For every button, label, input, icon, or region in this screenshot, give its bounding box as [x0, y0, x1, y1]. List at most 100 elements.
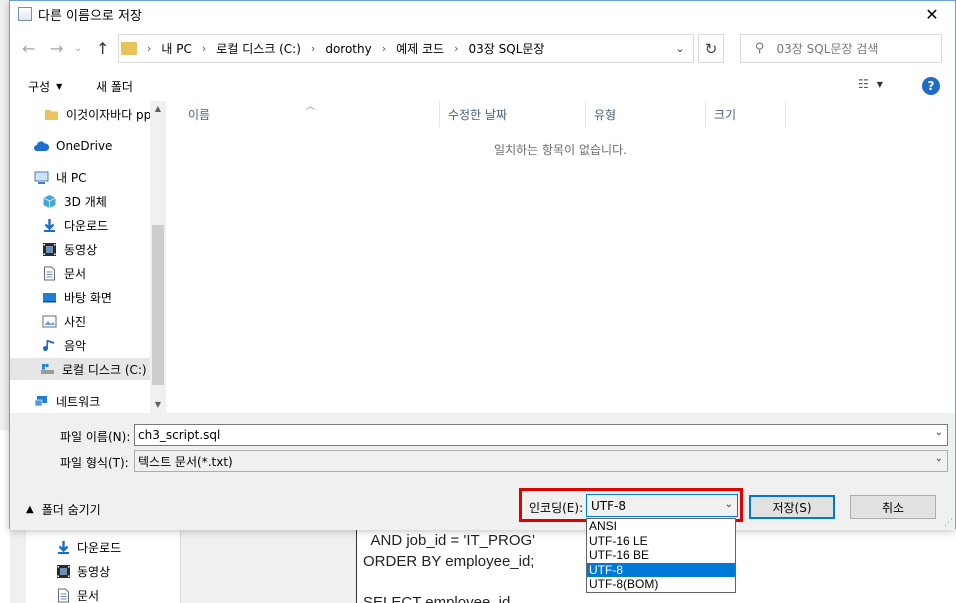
picture-icon	[42, 315, 57, 327]
sidebar-item-pinned-folder[interactable]: 이것이자바다 pp	[44, 103, 151, 125]
breadcrumb-item[interactable]: 예제 코드	[396, 40, 444, 57]
scroll-up-icon[interactable]: ▲	[150, 101, 166, 117]
folder-icon	[45, 109, 58, 120]
nav-scrollbar[interactable]: ▲ ▼	[150, 101, 166, 413]
scrollbar-thumb[interactable]	[152, 225, 164, 385]
search-icon: ⚲	[755, 41, 765, 56]
refresh-button[interactable]: ↻	[698, 34, 724, 63]
title-bar[interactable]: 다른 이름으로 저장 ✕	[10, 1, 955, 27]
sidebar-item-label: OneDrive	[56, 139, 113, 153]
sidebar-item-label: 바탕 화면	[64, 290, 112, 305]
help-icon: ?	[927, 79, 935, 93]
sidebar-item-3d-objects[interactable]: 3D 개체	[42, 190, 107, 212]
recent-chevron-icon[interactable]: ⌄	[74, 43, 82, 54]
column-header-size[interactable]: 크기	[706, 101, 786, 127]
encoding-label: 인코딩(E):	[529, 501, 584, 515]
close-button[interactable]: ✕	[909, 1, 955, 27]
video-icon	[43, 242, 56, 256]
new-folder-button[interactable]: 새 폴더	[96, 78, 133, 95]
change-view-button[interactable]: ☷ ▼	[858, 77, 883, 91]
organize-button[interactable]: 구성 ▼	[28, 78, 62, 95]
chevron-down-icon[interactable]: ⌄	[667, 35, 693, 62]
caret-down-icon: ▼	[876, 79, 883, 89]
sidebar-item-label: 로컬 디스크 (C:)	[62, 362, 147, 377]
chevron-down-icon[interactable]: ⌄	[935, 427, 943, 438]
breadcrumb-item[interactable]: 03장 SQL문장	[469, 40, 545, 57]
caret-down-icon: ▼	[56, 82, 63, 91]
sidebar-item-network[interactable]: 네트워크	[34, 390, 100, 412]
background-nav-item[interactable]: 다운로드	[56, 537, 121, 557]
new-folder-label: 새 폴더	[96, 80, 133, 94]
cancel-label: 취소	[881, 500, 905, 515]
encoding-option[interactable]: UTF-8(BOM)	[587, 577, 735, 592]
background-code-line: ORDER BY employee_id;	[363, 553, 535, 570]
details-view-icon: ☷	[858, 77, 869, 91]
encoding-value: UTF-8	[591, 498, 626, 513]
save-options-area: 파일 이름(N): ch3_script.sql ⌄ 파일 형식(T): 텍스트…	[10, 413, 955, 530]
sidebar-item-label: 문서	[64, 266, 87, 281]
column-header-name[interactable]: 이름	[180, 101, 440, 127]
back-arrow-icon[interactable]: ←	[22, 39, 35, 58]
sidebar-item-pictures[interactable]: 사진	[42, 310, 86, 332]
up-arrow-icon[interactable]: ↑	[96, 39, 109, 58]
sidebar-item-desktop[interactable]: 바탕 화면	[42, 286, 112, 308]
chevron-down-icon[interactable]: ⌄	[935, 453, 943, 464]
column-header-type[interactable]: 유형	[586, 101, 706, 127]
forward-arrow-icon[interactable]: →	[50, 39, 63, 58]
resize-grip-icon[interactable]: ⋰	[944, 518, 953, 528]
column-header-date-modified[interactable]: 수정한 날짜	[440, 101, 586, 127]
sidebar-item-label: 다운로드	[64, 218, 109, 233]
cancel-button[interactable]: 취소	[850, 495, 936, 519]
filetype-label: 파일 형식(T):	[60, 456, 129, 470]
hide-folders-button[interactable]: ▲ 폴더 숨기기	[26, 501, 101, 518]
breadcrumb-item[interactable]: 로컬 디스크 (C:)	[216, 40, 301, 57]
encoding-option-selected[interactable]: UTF-8	[587, 562, 735, 578]
help-button[interactable]: ?	[922, 77, 940, 95]
breadcrumb-separator-icon[interactable]: ›	[202, 42, 206, 55]
sidebar-item-label: 사진	[64, 314, 87, 329]
sidebar-item-this-pc[interactable]: 내 PC	[34, 166, 86, 188]
command-toolbar: 구성 ▼ 새 폴더 ☷ ▼ ?	[10, 71, 955, 101]
save-label: 저장(S)	[772, 500, 812, 515]
background-nav-pane: 다운로드 동영상 문서	[26, 528, 181, 603]
breadcrumb-item[interactable]: dorothy	[325, 42, 371, 56]
document-icon	[58, 588, 69, 602]
chevron-down-icon[interactable]: ⌄	[725, 499, 733, 510]
sidebar-item-downloads[interactable]: 다운로드	[42, 214, 108, 236]
breadcrumb-separator-icon[interactable]: ›	[311, 42, 315, 55]
breadcrumb-item[interactable]: 내 PC	[161, 40, 191, 57]
organize-label: 구성	[28, 80, 51, 94]
encoding-select[interactable]: UTF-8 ⌄	[586, 494, 738, 517]
sidebar-item-local-disk[interactable]: 로컬 디스크 (C:)	[10, 358, 150, 380]
navigation-pane: 이것이자바다 pp OneDrive 내 PC 3D 개체 다운로드 동영상 문…	[10, 101, 166, 413]
encoding-option[interactable]: UTF-16 LE	[587, 534, 735, 549]
download-icon	[58, 540, 69, 554]
sidebar-item-label: 음악	[64, 338, 87, 353]
navigation-row: ← → ⌄ ↑ › 내 PC › 로컬 디스크 (C:) › dorothy ›…	[10, 31, 955, 67]
sidebar-item-documents[interactable]: 문서	[42, 262, 86, 284]
background-nav-item[interactable]: 문서	[56, 585, 99, 603]
address-bar[interactable]: › 내 PC › 로컬 디스크 (C:) › dorothy › 예제 코드 ›…	[118, 34, 694, 63]
filetype-value: 텍스트 문서(*.txt)	[138, 454, 233, 469]
background-nav-item[interactable]: 동영상	[56, 561, 110, 581]
breadcrumb-separator-icon[interactable]: ›	[454, 42, 458, 55]
sidebar-item-videos[interactable]: 동영상	[42, 238, 97, 260]
filename-field[interactable]: ch3_script.sql ⌄	[134, 424, 948, 446]
breadcrumb-separator-icon[interactable]: ›	[147, 42, 151, 55]
network-icon	[34, 395, 47, 406]
encoding-option[interactable]: UTF-16 BE	[587, 548, 735, 563]
drive-icon	[41, 363, 54, 374]
file-list-pane: ︿ 이름 수정한 날짜 유형 크기 일치하는 항목이 없습니다.	[166, 101, 955, 413]
scroll-down-icon[interactable]: ▼	[150, 397, 166, 413]
filetype-select[interactable]: 텍스트 문서(*.txt) ⌄	[134, 450, 948, 472]
background-code-line: SELECT employee_id	[363, 594, 511, 603]
sidebar-item-music[interactable]: 음악	[42, 334, 86, 356]
download-icon	[44, 218, 55, 232]
encoding-option[interactable]: ANSI	[587, 519, 735, 534]
search-input[interactable]: ⚲ 03장 SQL문장 검색	[740, 34, 942, 63]
empty-list-message: 일치하는 항목이 없습니다.	[494, 143, 627, 157]
save-button[interactable]: 저장(S)	[749, 495, 835, 519]
sidebar-item-onedrive[interactable]: OneDrive	[34, 135, 112, 157]
music-icon	[43, 339, 54, 351]
breadcrumb-separator-icon[interactable]: ›	[382, 42, 386, 55]
